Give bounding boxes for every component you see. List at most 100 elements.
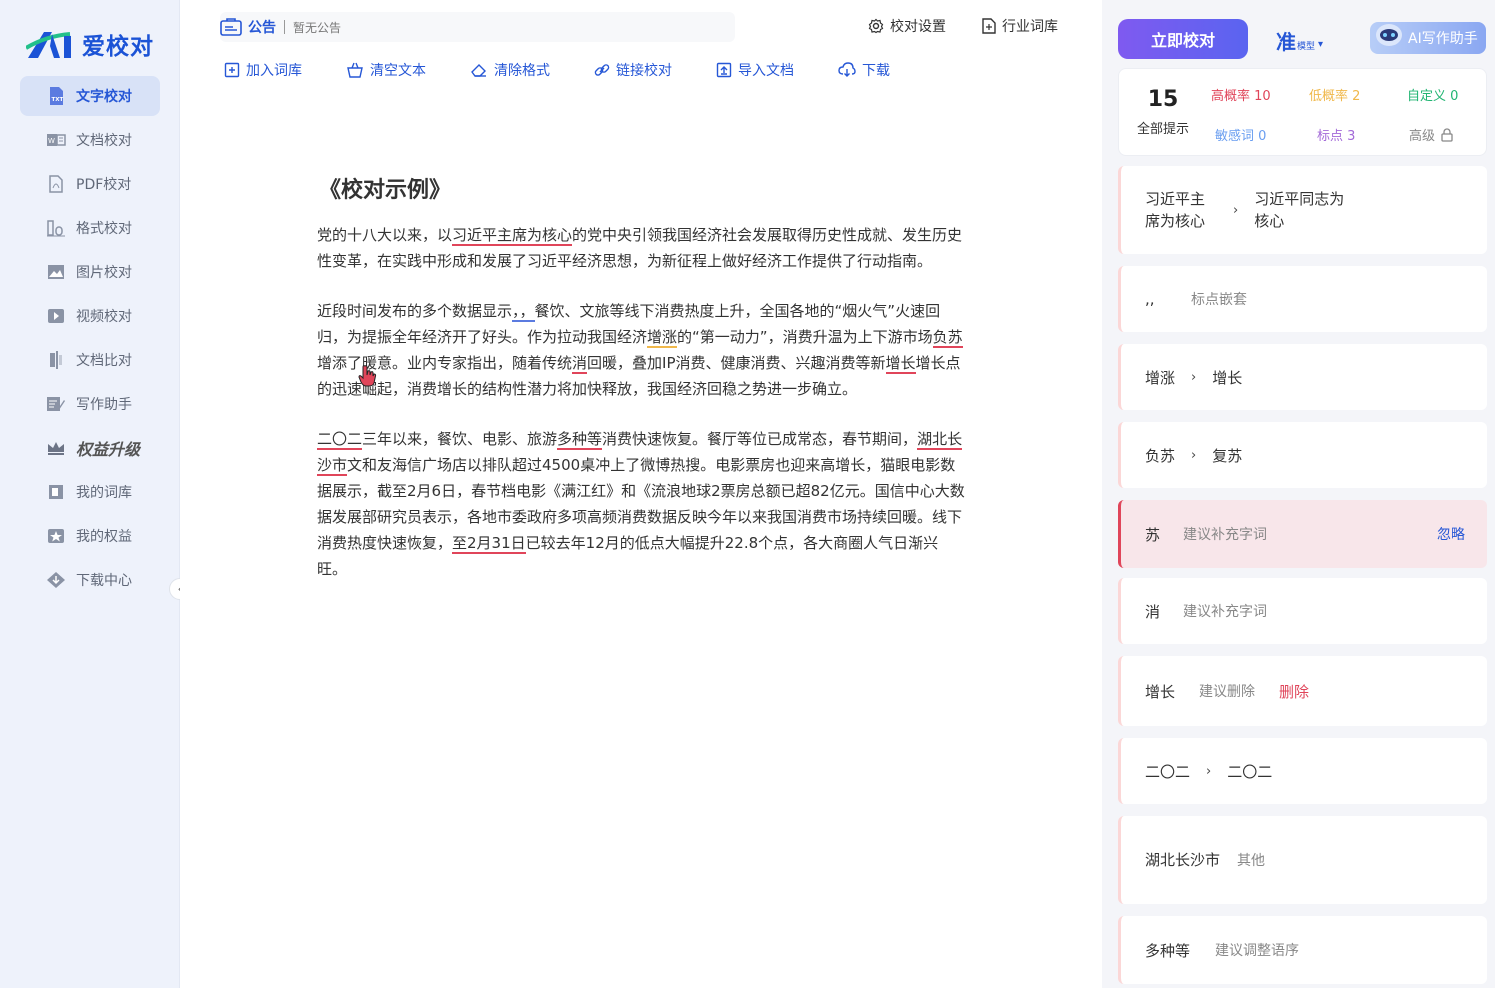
crown-icon [46,438,66,458]
error-mark[interactable]: 至2月31日 [452,534,526,554]
sidebar-item-label: 文字校对 [76,89,132,105]
stat-punctuation[interactable]: 标点 3 [1317,125,1355,144]
arrow-right-icon: › [1191,447,1197,463]
sidebar-item-upgrade[interactable]: 权益升级 [20,428,160,468]
sidebar-item-label: 下载中心 [76,573,132,589]
suggestion-card[interactable]: 多种等 建议调整语序 [1118,916,1487,984]
suggestion-replacement[interactable]: 增长 [1212,367,1242,388]
sidebar-item-format-check[interactable]: 格式校对 [20,208,160,248]
ai-writing-assistant-button[interactable]: AI写作助手 [1370,22,1486,54]
stat-custom[interactable]: 自定义 0 [1407,85,1458,104]
document-body[interactable]: 《校对示例》 党的十八大以来，以习近平主席为核心的党中央引领我国经济社会发展取得… [317,172,967,606]
suggestion-replacement[interactable]: 二〇二 [1227,761,1272,782]
suggestion-card[interactable]: 二〇二 › 二〇二 [1118,738,1487,804]
document-title: 《校对示例》 [319,178,452,203]
download-center-icon [46,570,66,590]
text-run: 增添了暖意。业内专家指出，随着传统 [317,354,573,372]
stat-high-probability[interactable]: 高概率 10 [1211,85,1271,104]
video-icon [46,306,66,326]
stat-low-probability[interactable]: 低概率 2 [1309,85,1360,104]
model-selector[interactable]: 准 模型 ▾ [1276,26,1323,55]
suggestion-original: 苏 [1145,525,1161,544]
suggestion-card[interactable]: 习近平主席为核心 › 习近平同志为核心 [1118,166,1487,254]
error-mark[interactable]: 习近平主席为核心 [452,226,573,246]
text-run: 三年以来，餐饮、电影、旅游 [362,430,558,448]
stats-panel: 15 全部提示 高概率 10 低概率 2 自定义 0 敏感词 0 标点 3 高级 [1118,68,1487,156]
ignore-button[interactable]: 忽略 [1437,524,1465,544]
sidebar-item-text-check[interactable]: TXT 文字校对 [20,76,160,116]
text-run: 回暖，叠加IP消费、健康消费、兴趣消费等新 [587,354,886,372]
sidebar-item-label: 文档比对 [76,353,132,369]
text-run: 消费快速恢复。餐厅等位已成常态，春节期间， [602,430,918,448]
gear-icon [868,18,884,34]
sidebar-item-my-dictionary[interactable]: 我的词库 [20,472,160,512]
sidebar-item-doc-compare[interactable]: 文档比对 [20,340,160,380]
sidebar-item-label: 视频校对 [76,309,132,325]
document-paragraph-2: 近段时间发布的多个数据显示，，餐饮、文旅等线下消费热度上升，全国各地的“烟火气”… [317,298,967,402]
logo[interactable]: 爱校对 [26,24,154,64]
suggestion-card[interactable]: 增长 建议删除 删除 [1118,656,1487,726]
notice-icon [220,18,242,36]
sidebar: 爱校对 TXT 文字校对 W 文档校对 PDF校对 格式校对 图片校对 视频校对… [0,0,191,988]
error-mark[interactable]: 消 [572,354,588,374]
import-document-button[interactable]: 导入文档 [716,60,794,80]
sidebar-item-image-check[interactable]: 图片校对 [20,252,160,292]
delete-button[interactable]: 删除 [1279,681,1309,702]
stat-sensitive[interactable]: 敏感词 0 [1215,125,1266,144]
suggestion-panel: 立即校对 准 模型 ▾ AI写作助手 15 全部提示 高概率 10 低概率 2 … [1102,0,1495,988]
arrow-right-icon: › [1206,763,1212,779]
check-settings-link[interactable]: 校对设置 [868,16,946,36]
svg-text:TXT: TXT [52,97,64,103]
cloud-download-icon [838,62,856,77]
link-check-button[interactable]: 链接校对 [594,60,672,80]
error-mark[interactable]: 增涨 [647,328,678,348]
suggestion-replacement[interactable]: 习近平同志为核心 [1254,188,1354,232]
suggestion-original: 湖北长沙市 [1145,851,1221,869]
hand-cursor-icon [358,365,377,387]
clear-text-button[interactable]: 清空文本 [346,60,426,80]
stat-total-label: 全部提示 [1136,122,1189,137]
suggestion-card[interactable]: 消 建议补充字词 [1118,578,1487,644]
format-icon [46,218,66,238]
sidebar-item-doc-check[interactable]: W 文档校对 [20,120,160,160]
app-root: 爱校对 TXT 文字校对 W 文档校对 PDF校对 格式校对 图片校对 视频校对… [0,0,1495,988]
sidebar-item-pdf-check[interactable]: PDF校对 [20,164,160,204]
error-mark[interactable]: 多种等 [557,430,603,450]
suggestion-card[interactable]: 负苏 › 复苏 [1118,422,1487,488]
sidebar-item-label: 文档校对 [76,133,132,149]
suggestion-card[interactable]: ,, 标点嵌套 [1118,266,1487,332]
start-check-button[interactable]: 立即校对 [1118,19,1248,59]
suggestion-replacement[interactable]: 复苏 [1212,445,1242,466]
link-check-label: 链接校对 [616,63,672,79]
logo-icon [26,32,71,58]
stat-advanced[interactable]: 高级 [1409,125,1453,144]
sidebar-item-write-assistant[interactable]: 写作助手 [20,384,160,424]
stat-total-count: 15 [1147,87,1179,112]
suggestion-card[interactable]: 增涨 › 增长 [1118,344,1487,410]
add-to-dictionary-button[interactable]: 加入词库 [224,60,302,80]
suggestion-card[interactable]: 湖北长沙市 其他 [1118,816,1487,904]
text-run: 党的十八大以来，以 [317,226,453,244]
industry-dictionary-link[interactable]: 行业词库 [982,16,1058,36]
sidebar-item-label: 图片校对 [76,265,132,281]
error-mark[interactable]: 增长 [885,354,916,374]
model-label: 模型 [1297,42,1316,52]
punct-mark[interactable]: ，， [512,302,535,322]
error-mark[interactable]: 二〇二 [317,430,363,450]
suggestion-card-selected[interactable]: 苏 建议补充字词 忽略 [1118,500,1487,568]
robot-icon [1376,24,1402,46]
stat-total[interactable]: 15 全部提示 [1133,87,1193,137]
clear-format-button[interactable]: 清除格式 [470,60,550,80]
download-button[interactable]: 下载 [838,60,890,80]
suggestion-original: 多种等 [1145,941,1191,960]
dictionary-icon [46,482,66,502]
suggestion-original: 二〇二 [1145,762,1191,781]
sidebar-item-my-benefits[interactable]: 我的权益 [20,516,160,556]
word-doc-icon: W [46,130,66,150]
import-document-label: 导入文档 [738,63,794,79]
sidebar-item-download-center[interactable]: 下载中心 [20,560,160,600]
clear-text-label: 清空文本 [370,63,426,79]
error-mark[interactable]: 负苏 [932,328,963,348]
sidebar-item-video-check[interactable]: 视频校对 [20,296,160,336]
model-name: 准 [1276,30,1296,54]
